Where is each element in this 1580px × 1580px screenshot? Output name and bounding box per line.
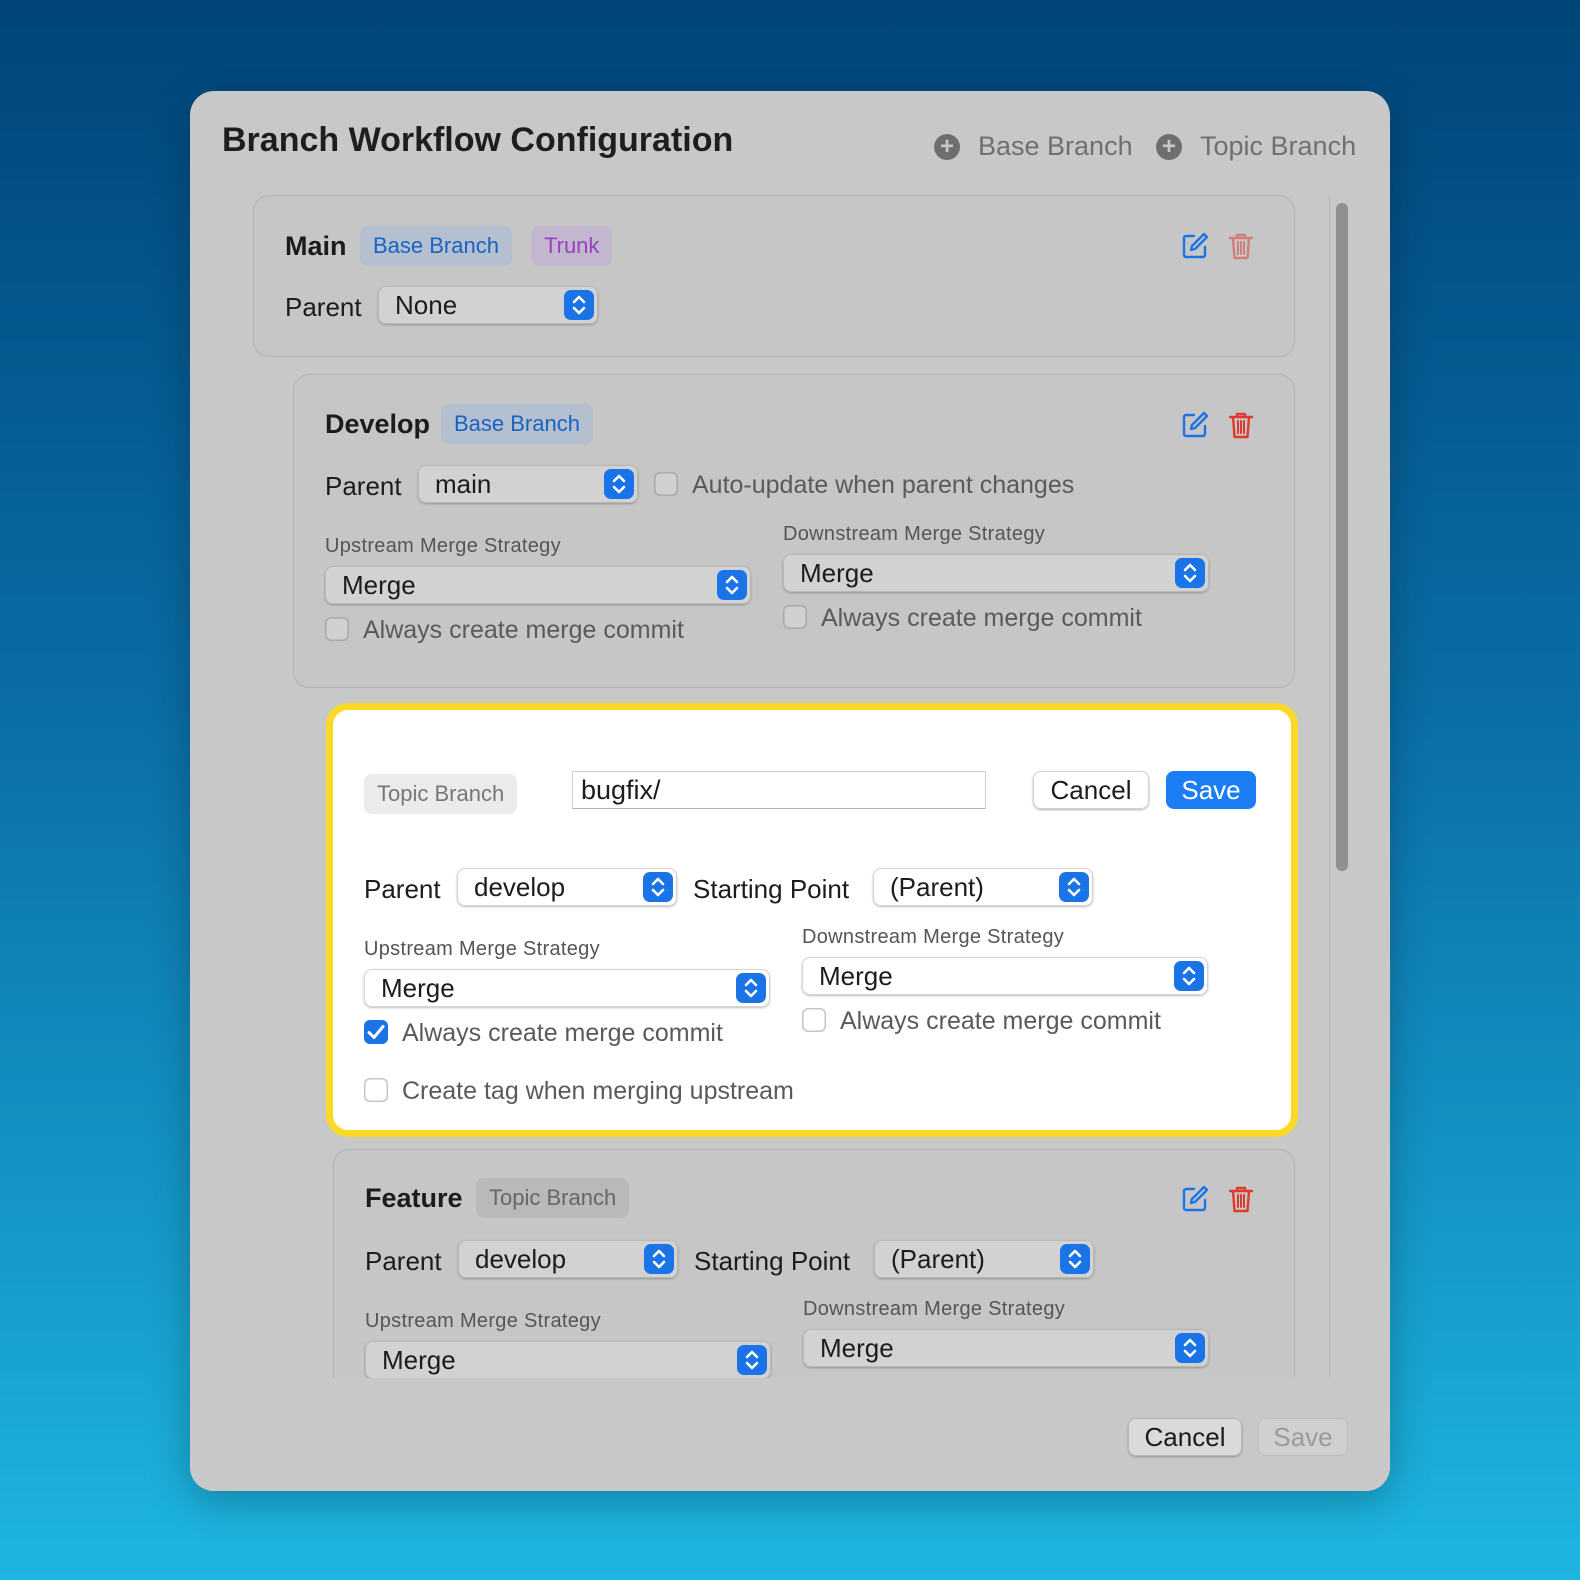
- footer-cancel-button[interactable]: Cancel: [1128, 1418, 1242, 1456]
- upstream-always-merge-checkbox[interactable]: [364, 1020, 388, 1044]
- branch-name: Feature: [365, 1183, 463, 1213]
- downstream-always-merge-checkbox[interactable]: [802, 1008, 826, 1032]
- branch-prefix-input[interactable]: [572, 771, 986, 809]
- downstream-strategy-label: Downstream Merge Strategy: [783, 523, 1046, 545]
- editing-topic-branch-card: Topic Branch Cancel Save Parent develop …: [326, 703, 1298, 1137]
- parent-select-value: develop: [475, 1244, 567, 1274]
- chevron-up-down-icon: [737, 1345, 767, 1375]
- chevron-up-down-icon: [1175, 558, 1205, 588]
- parent-select[interactable]: None: [378, 286, 598, 324]
- starting-point-value: (Parent): [890, 872, 984, 902]
- branch-name: Develop: [325, 409, 431, 439]
- chevron-up-down-icon: [643, 872, 673, 902]
- trunk-badge: Trunk: [531, 226, 613, 266]
- starting-point-select[interactable]: (Parent): [873, 868, 1093, 906]
- create-tag-checkbox[interactable]: [364, 1078, 388, 1102]
- downstream-strategy-label: Downstream Merge Strategy: [803, 1298, 1066, 1320]
- add-base-branch-button[interactable]: + Base Branch: [934, 131, 1133, 162]
- parent-select[interactable]: develop: [457, 868, 677, 906]
- edit-icon[interactable]: [1180, 1184, 1210, 1214]
- downstream-strategy-select[interactable]: Merge: [803, 1329, 1209, 1367]
- chevron-up-down-icon: [1059, 872, 1089, 902]
- inline-save-button[interactable]: Save: [1166, 771, 1256, 809]
- upstream-strategy-label: Upstream Merge Strategy: [364, 938, 600, 960]
- chevron-up-down-icon: [644, 1244, 674, 1274]
- starting-point-value: (Parent): [891, 1244, 985, 1274]
- add-base-branch-label: Base Branch: [978, 131, 1133, 161]
- scrollbar-thumb[interactable]: [1336, 203, 1348, 871]
- parent-select-value: develop: [474, 872, 566, 902]
- upstream-strategy-label: Upstream Merge Strategy: [365, 1310, 601, 1332]
- parent-label: Parent: [285, 292, 362, 322]
- starting-point-label: Starting Point: [693, 874, 850, 904]
- parent-select[interactable]: main: [418, 465, 638, 503]
- trash-icon[interactable]: [1226, 410, 1256, 440]
- downstream-strategy-select[interactable]: Merge: [802, 957, 1208, 995]
- upstream-strategy-select[interactable]: Merge: [325, 566, 751, 604]
- develop-branch-card: Develop Base Branch Parent main Auto-upd…: [293, 374, 1295, 688]
- parent-label: Parent: [364, 874, 441, 904]
- branch-name: Main: [285, 231, 347, 261]
- checkmark-icon: [364, 1020, 388, 1044]
- upstream-strategy-select[interactable]: Merge: [365, 1341, 771, 1379]
- upstream-strategy-value: Merge: [382, 1345, 456, 1375]
- base-branch-badge: Base Branch: [441, 404, 593, 444]
- upstream-strategy-select[interactable]: Merge: [364, 969, 770, 1007]
- downstream-strategy-select[interactable]: Merge: [783, 554, 1209, 592]
- window-title: Branch Workflow Configuration: [222, 121, 734, 159]
- downstream-strategy-label: Downstream Merge Strategy: [802, 926, 1065, 948]
- starting-point-select[interactable]: (Parent): [874, 1240, 1094, 1278]
- downstream-always-merge-checkbox[interactable]: [783, 605, 807, 629]
- downstream-always-merge-label: Always create merge commit: [821, 604, 1142, 632]
- main-branch-card: Main Base Branch Trunk Parent None: [253, 195, 1295, 357]
- edit-icon[interactable]: [1180, 231, 1210, 261]
- chevron-up-down-icon: [1175, 1333, 1205, 1363]
- plus-circle-icon: +: [934, 133, 960, 160]
- auto-update-label: Auto-update when parent changes: [692, 471, 1075, 499]
- create-tag-label: Create tag when merging upstream: [402, 1077, 794, 1105]
- chevron-up-down-icon: [736, 973, 766, 1003]
- upstream-strategy-label: Upstream Merge Strategy: [325, 535, 561, 557]
- parent-label: Parent: [325, 471, 402, 501]
- plus-circle-icon: +: [1156, 133, 1182, 160]
- topic-branch-badge: Topic Branch: [476, 1178, 630, 1218]
- downstream-strategy-value: Merge: [820, 1333, 894, 1363]
- add-topic-branch-button[interactable]: + Topic Branch: [1156, 131, 1356, 162]
- inline-cancel-button[interactable]: Cancel: [1033, 771, 1149, 809]
- parent-select-value: None: [395, 290, 458, 320]
- chevron-up-down-icon: [1174, 961, 1204, 991]
- feature-branch-card: Feature Topic Branch Parent develop Star…: [333, 1149, 1295, 1411]
- downstream-strategy-value: Merge: [800, 558, 874, 588]
- downstream-always-merge-label: Always create merge commit: [840, 1007, 1161, 1035]
- chevron-up-down-icon: [564, 290, 594, 320]
- topic-branch-badge: Topic Branch: [364, 774, 518, 814]
- chevron-up-down-icon: [604, 469, 634, 499]
- parent-select[interactable]: develop: [458, 1240, 678, 1278]
- starting-point-label: Starting Point: [694, 1246, 851, 1276]
- add-topic-branch-label: Topic Branch: [1200, 131, 1357, 161]
- trash-icon: [1226, 231, 1256, 261]
- downstream-strategy-value: Merge: [819, 961, 893, 991]
- upstream-always-merge-label: Always create merge commit: [363, 616, 684, 644]
- upstream-strategy-value: Merge: [381, 973, 455, 1003]
- upstream-always-merge-checkbox[interactable]: [325, 617, 349, 641]
- chevron-up-down-icon: [717, 570, 747, 600]
- auto-update-checkbox[interactable]: [654, 472, 678, 496]
- upstream-always-merge-label: Always create merge commit: [402, 1019, 723, 1047]
- trash-icon[interactable]: [1226, 1184, 1256, 1214]
- upstream-strategy-value: Merge: [342, 570, 416, 600]
- branch-workflow-window: Branch Workflow Configuration + Base Bra…: [190, 91, 1390, 1491]
- edit-icon[interactable]: [1180, 410, 1210, 440]
- footer-save-button[interactable]: Save: [1258, 1418, 1348, 1456]
- base-branch-badge: Base Branch: [360, 226, 512, 266]
- parent-label: Parent: [365, 1246, 442, 1276]
- chevron-up-down-icon: [1060, 1244, 1090, 1274]
- parent-select-value: main: [435, 469, 492, 499]
